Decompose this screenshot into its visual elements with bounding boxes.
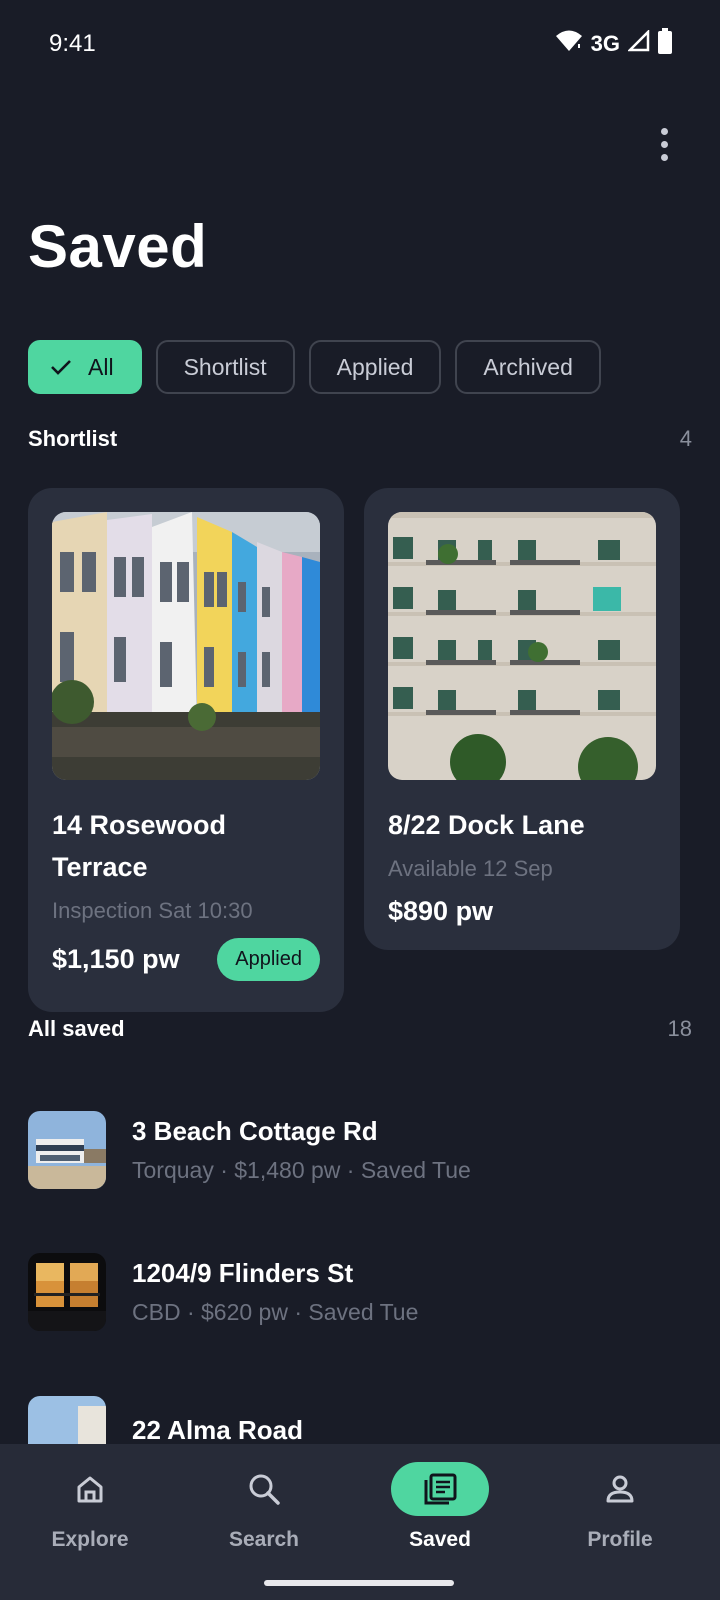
- list-item-subtitle: CBD · $620 pw · Saved Tue: [132, 1299, 419, 1325]
- nav-item-saved[interactable]: Saved: [350, 1462, 530, 1552]
- filter-chip-label: Applied: [336, 353, 414, 380]
- filter-chip-applied[interactable]: Applied: [308, 340, 442, 394]
- saved-listings-icon: [424, 1473, 457, 1505]
- list-item-text: 1204/9 Flinders St CBD · $620 pw · Saved…: [132, 1258, 418, 1326]
- all-saved-header: All saved 18: [28, 1016, 692, 1042]
- section-count: 18: [667, 1016, 692, 1041]
- nav-icon-container: [571, 1462, 669, 1516]
- filter-chip-shortlist[interactable]: Shortlist: [155, 340, 295, 394]
- search-icon: [249, 1474, 280, 1505]
- signal-icon: [626, 28, 650, 57]
- shortlist-header: Shortlist 4: [28, 426, 692, 452]
- filter-chip-label: Archived: [483, 353, 573, 380]
- list-item-subtitle: Torquay · $1,480 pw · Saved Tue: [132, 1157, 471, 1183]
- bottom-navigation: Explore Search Saved Profile: [0, 1444, 720, 1600]
- card-price: $1,150 pw: [52, 944, 180, 974]
- nav-icon-container: [391, 1462, 489, 1516]
- list-item[interactable]: 3 Beach Cottage Rd Torquay · $1,480 pw ·…: [28, 1110, 692, 1190]
- check-icon: [50, 358, 72, 376]
- status-icons: 3G: [555, 28, 672, 59]
- card-price: $890 pw: [388, 896, 494, 926]
- home-icon: [77, 1476, 103, 1503]
- nav-item-profile[interactable]: Profile: [530, 1462, 710, 1552]
- filter-chip-label: Shortlist: [183, 353, 267, 380]
- home-indicator[interactable]: [264, 1580, 454, 1586]
- nav-icon-container: [41, 1462, 139, 1516]
- card-footer: $890 pw: [388, 896, 656, 927]
- list-item-title: 3 Beach Cottage Rd: [132, 1116, 378, 1146]
- nav-item-explore[interactable]: Explore: [0, 1462, 180, 1552]
- person-icon: [606, 1475, 634, 1503]
- more-vert-icon-dot: [660, 153, 668, 161]
- nav-label: Search: [228, 1528, 300, 1551]
- filter-chip-label: All: [88, 353, 114, 380]
- nav-label: Profile: [587, 1528, 653, 1551]
- property-photo: [52, 512, 320, 780]
- property-thumbnail: [28, 1111, 106, 1189]
- nav-icon-container: [215, 1462, 313, 1516]
- property-thumbnail: [28, 1253, 106, 1331]
- nav-item-search[interactable]: Search: [174, 1462, 354, 1552]
- more-options-button[interactable]: [650, 124, 678, 164]
- list-item-title: 22 Alma Road: [132, 1414, 303, 1445]
- shortlist-card[interactable]: 8/22 Dock Lane Available 12 Sep $890 pw: [364, 488, 680, 950]
- filter-chip-all[interactable]: All: [28, 340, 142, 394]
- section-title: All saved: [28, 1016, 125, 1041]
- wifi-icon: [555, 29, 583, 58]
- status-time: 9:41: [49, 30, 96, 57]
- filter-chip-archived[interactable]: Archived: [455, 340, 601, 394]
- battery-icon: [658, 28, 672, 59]
- list-item[interactable]: 1204/9 Flinders St CBD · $620 pw · Saved…: [28, 1252, 692, 1332]
- property-photo: [388, 512, 656, 780]
- card-footer: $1,150 pw Applied: [52, 938, 320, 981]
- network-type: 3G: [590, 30, 620, 56]
- more-vert-icon-dot: [660, 140, 668, 148]
- nav-label: Explore: [51, 1528, 129, 1551]
- filter-chips: All Shortlist Applied Archived: [28, 340, 601, 394]
- card-subtitle: Available 12 Sep: [388, 856, 553, 881]
- status-badge: Applied: [217, 938, 320, 981]
- card-title: 14 Rosewood Terrace: [52, 810, 227, 882]
- nav-label: Saved: [409, 1528, 471, 1551]
- card-subtitle: Inspection Sat 10:30: [52, 898, 253, 923]
- list-item-title: 1204/9 Flinders St: [132, 1258, 354, 1288]
- section-count: 4: [679, 426, 692, 451]
- page-title: Saved: [28, 213, 208, 280]
- more-vert-icon-dot: [660, 127, 668, 135]
- list-item-text: 3 Beach Cottage Rd Torquay · $1,480 pw ·…: [132, 1116, 471, 1184]
- shortlist-card[interactable]: 14 Rosewood Terrace Inspection Sat 10:30…: [28, 488, 344, 1012]
- status-bar: 9:41 3G: [0, 0, 720, 88]
- section-title: Shortlist: [28, 426, 118, 451]
- card-title: 8/22 Dock Lane: [388, 810, 585, 840]
